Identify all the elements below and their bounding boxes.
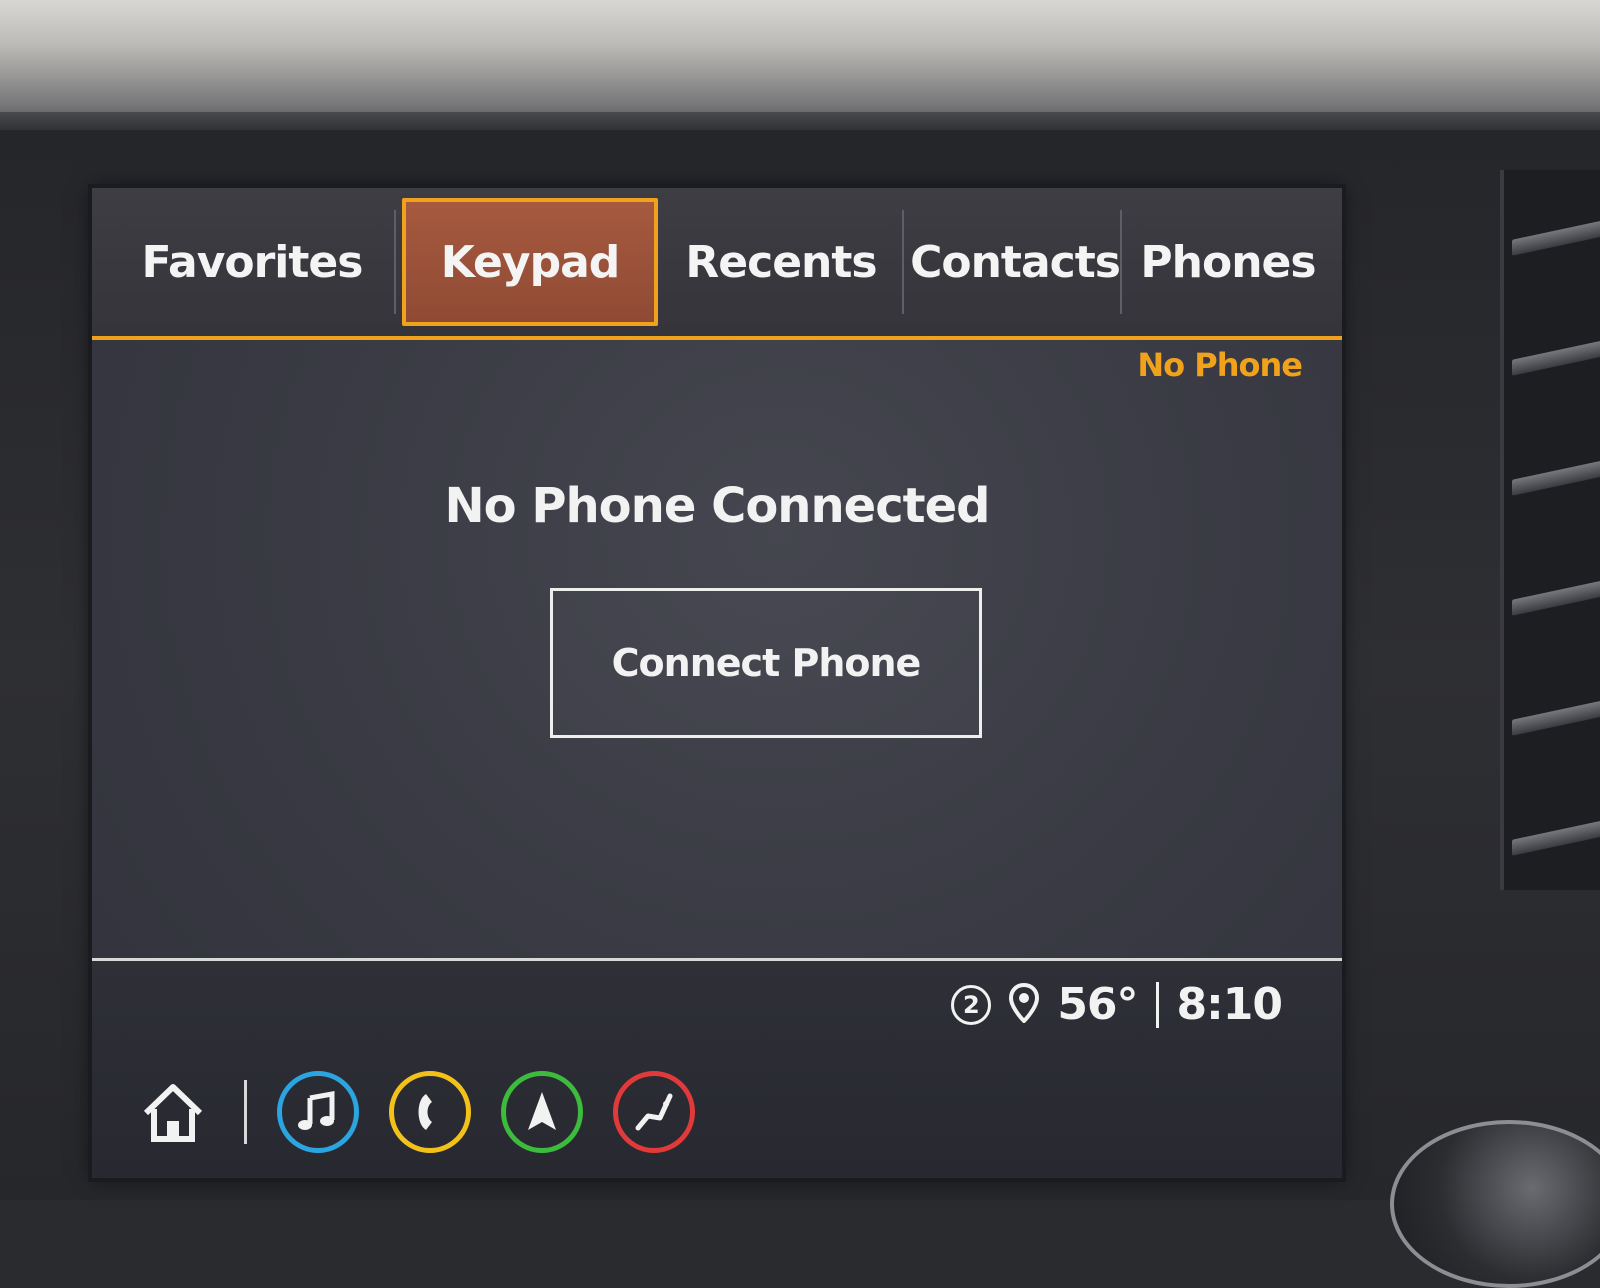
- location-pin-icon: [1009, 982, 1040, 1027]
- bottom-bar: 2 56° 8:10: [92, 961, 1342, 1178]
- apps-divider: [244, 1080, 247, 1144]
- seat-climate-icon[interactable]: [613, 1071, 695, 1153]
- vent-slat: [1512, 580, 1600, 616]
- navigation-arrow-icon[interactable]: [501, 1071, 583, 1153]
- tab-divider: [902, 210, 904, 314]
- vent-slat: [1512, 340, 1600, 376]
- tab-divider: [394, 210, 396, 314]
- no-phone-message: No Phone Connected: [444, 478, 990, 534]
- vent-slat: [1512, 820, 1600, 856]
- vent-slat: [1512, 220, 1600, 256]
- app-shortcuts: [132, 1071, 695, 1153]
- status-row: 2 56° 8:10: [951, 979, 1283, 1030]
- dashboard-top: [0, 0, 1600, 150]
- clock: 8:10: [1176, 979, 1283, 1030]
- infotainment-screen: Favorites Keypad Recents Contacts Phones…: [92, 188, 1342, 1178]
- vent-slat: [1512, 460, 1600, 496]
- tab-keypad[interactable]: Keypad: [402, 198, 658, 326]
- status-divider: [1155, 981, 1159, 1028]
- outside-temperature: 56°: [1057, 979, 1138, 1030]
- notification-badge[interactable]: 2: [951, 984, 992, 1025]
- phone-tab-bar: Favorites Keypad Recents Contacts Phones: [92, 188, 1342, 340]
- connect-phone-button[interactable]: Connect Phone: [550, 588, 982, 738]
- phone-icon[interactable]: [389, 1071, 471, 1153]
- music-note-icon[interactable]: [277, 1071, 359, 1153]
- tab-contacts[interactable]: Contacts: [910, 198, 1121, 326]
- home-icon[interactable]: [132, 1071, 214, 1153]
- air-vent: [1500, 170, 1600, 890]
- tab-favorites[interactable]: Favorites: [112, 198, 392, 326]
- vent-slat: [1512, 700, 1600, 736]
- tab-recents[interactable]: Recents: [666, 198, 896, 326]
- phone-status: No Phone: [1137, 346, 1303, 384]
- tab-divider: [1120, 210, 1122, 314]
- tab-phones[interactable]: Phones: [1128, 198, 1328, 326]
